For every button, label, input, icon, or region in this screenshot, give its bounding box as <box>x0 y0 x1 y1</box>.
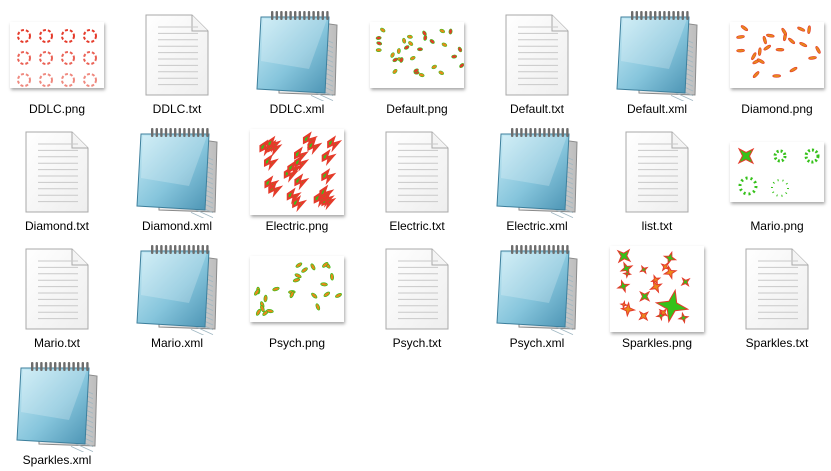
file-item[interactable]: DDLC.txt <box>122 6 232 118</box>
file-item[interactable]: Default.xml <box>602 6 712 118</box>
file-item[interactable]: Electric.txt <box>362 123 472 235</box>
notepad-icon <box>487 244 587 335</box>
file-name-label: Mario.txt <box>33 336 80 350</box>
file-item[interactable]: DDLC.xml <box>242 6 352 118</box>
file-name-label: Mario.png <box>750 219 804 233</box>
image-thumbnail-icon <box>7 10 107 100</box>
file-name-label: Sparkles.xml <box>22 453 92 467</box>
file-name-label: Psych.xml <box>509 336 565 350</box>
image-thumbnail-icon <box>247 244 347 334</box>
notepad-icon <box>487 127 587 218</box>
text-document-icon <box>7 244 107 334</box>
file-item[interactable]: Diamond.xml <box>122 123 232 235</box>
text-document-icon <box>607 127 707 217</box>
image-thumbnail-icon <box>727 10 827 100</box>
file-name-label: DDLC.png <box>28 102 86 116</box>
notepad-icon <box>607 10 707 101</box>
text-document-icon <box>727 244 827 334</box>
file-name-label: DDLC.xml <box>269 102 325 116</box>
file-item[interactable]: Default.png <box>362 6 472 118</box>
file-item[interactable]: list.txt <box>602 123 712 235</box>
text-document-icon <box>127 10 227 100</box>
file-item[interactable]: Mario.xml <box>122 240 232 352</box>
image-thumbnail-icon <box>247 127 347 217</box>
file-name-label: Default.xml <box>626 102 688 116</box>
file-name-label: Sparkles.txt <box>745 336 809 350</box>
file-grid: DDLC.png DDLC.txt DDLC.xml Default.png De… <box>0 0 831 471</box>
file-item[interactable]: Electric.xml <box>482 123 592 235</box>
image-thumbnail-icon <box>607 244 707 334</box>
file-name-label: Default.png <box>386 102 448 116</box>
file-item[interactable]: Sparkles.png <box>602 240 712 352</box>
file-name-label: Diamond.txt <box>24 219 90 233</box>
file-name-label: list.txt <box>641 219 673 233</box>
file-item[interactable]: Electric.png <box>242 123 352 235</box>
file-name-label: Electric.txt <box>389 219 445 233</box>
file-item[interactable]: Sparkles.xml <box>2 357 112 469</box>
file-name-label: Default.txt <box>509 102 565 116</box>
notepad-icon <box>127 244 227 335</box>
file-name-label: Sparkles.png <box>621 336 693 350</box>
file-item[interactable]: Diamond.png <box>722 6 831 118</box>
text-document-icon <box>367 127 467 217</box>
file-item[interactable]: Psych.png <box>242 240 352 352</box>
notepad-icon <box>247 10 347 101</box>
image-thumbnail-icon <box>727 127 827 217</box>
file-item[interactable]: Diamond.txt <box>2 123 112 235</box>
notepad-icon <box>7 361 107 452</box>
notepad-icon <box>127 127 227 218</box>
file-name-label: Diamond.png <box>741 102 813 116</box>
image-thumbnail-icon <box>367 10 467 100</box>
file-item[interactable]: Mario.png <box>722 123 831 235</box>
file-item[interactable]: DDLC.png <box>2 6 112 118</box>
file-name-label: Mario.xml <box>150 336 203 350</box>
text-document-icon <box>487 10 587 100</box>
file-name-label: Psych.png <box>268 336 326 350</box>
text-document-icon <box>367 244 467 334</box>
file-name-label: Psych.txt <box>392 336 442 350</box>
file-name-label: Diamond.xml <box>141 219 213 233</box>
file-name-label: DDLC.txt <box>152 102 202 116</box>
file-item[interactable]: Sparkles.txt <box>722 240 831 352</box>
file-item[interactable]: Psych.xml <box>482 240 592 352</box>
file-name-label: Electric.png <box>265 219 329 233</box>
file-item[interactable]: Default.txt <box>482 6 592 118</box>
file-item[interactable]: Psych.txt <box>362 240 472 352</box>
file-item[interactable]: Mario.txt <box>2 240 112 352</box>
text-document-icon <box>7 127 107 217</box>
file-name-label: Electric.xml <box>506 219 568 233</box>
